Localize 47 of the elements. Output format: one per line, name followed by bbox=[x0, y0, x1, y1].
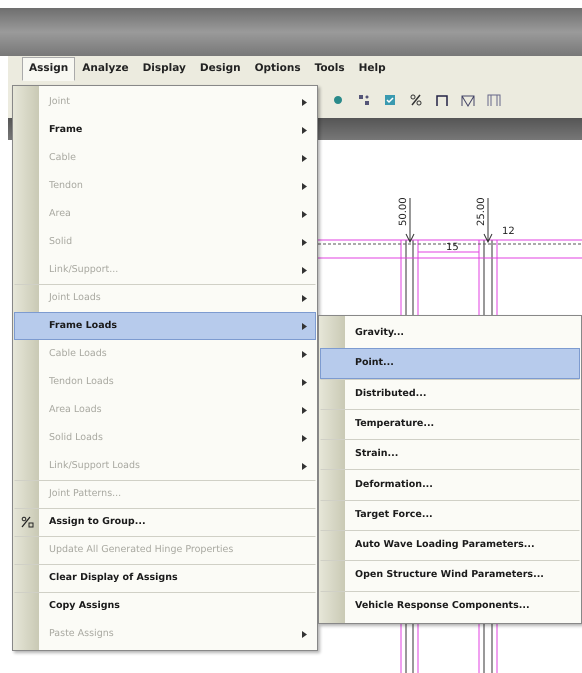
submenu-arrow-icon bbox=[302, 350, 307, 358]
menu-item[interactable]: Temperature... bbox=[320, 408, 580, 440]
menu-item[interactable]: Display bbox=[136, 57, 193, 81]
menu-item[interactable]: Deformation... bbox=[320, 469, 580, 500]
load-value: 50.00 bbox=[398, 197, 409, 226]
menu-item[interactable]: Point... bbox=[320, 348, 580, 379]
checkbox-icon[interactable] bbox=[382, 92, 398, 108]
menu-item[interactable]: Design bbox=[192, 57, 248, 81]
menu-item[interactable]: Strain... bbox=[320, 439, 580, 470]
submenu-arrow-icon bbox=[302, 182, 307, 190]
submenu-arrow-icon bbox=[302, 266, 307, 274]
load-arrow-icon bbox=[484, 198, 492, 244]
menu-item[interactable]: Auto Wave Loading Parameters... bbox=[320, 530, 580, 560]
submenu-arrow-icon bbox=[302, 98, 307, 106]
submenu-arrow-icon bbox=[302, 462, 307, 470]
submenu-arrow-icon bbox=[302, 434, 307, 442]
menu-item[interactable]: Vehicle Response Components... bbox=[320, 590, 580, 621]
submenu-arrow-icon bbox=[302, 238, 307, 246]
menu-item[interactable]: Assign to Group... bbox=[14, 508, 316, 536]
grid-icon[interactable] bbox=[356, 92, 372, 108]
submenu-arrow-icon bbox=[302, 126, 307, 134]
menu-item[interactable]: Options bbox=[248, 57, 308, 81]
load-value: 12 bbox=[502, 226, 515, 237]
load-value: 15 bbox=[446, 242, 459, 253]
percent-icon[interactable] bbox=[408, 92, 424, 108]
menu-item[interactable]: Clear Display of Assigns bbox=[14, 564, 316, 592]
group-icon bbox=[21, 516, 35, 528]
menu-item[interactable]: Help bbox=[352, 57, 393, 81]
submenu-arrow-icon bbox=[302, 210, 307, 218]
menu-item[interactable]: Copy Assigns bbox=[14, 592, 316, 620]
menu-item[interactable]: Tools bbox=[308, 57, 352, 81]
submenu-arrow-icon bbox=[302, 406, 307, 414]
menu-item[interactable]: Distributed... bbox=[320, 378, 580, 409]
menu-item[interactable]: Gravity... bbox=[320, 318, 580, 348]
submenu-arrow-icon bbox=[302, 322, 307, 330]
menu-item[interactable]: Target Force... bbox=[320, 500, 580, 530]
menu-item[interactable]: Frame Loads bbox=[14, 312, 316, 340]
submenu-arrow-icon bbox=[302, 154, 307, 162]
submenu-arrow-icon bbox=[302, 630, 307, 638]
moment-frame-icon[interactable] bbox=[486, 92, 502, 108]
menu-item[interactable]: Frame bbox=[14, 116, 316, 144]
load-value: 25.00 bbox=[476, 197, 487, 226]
menu-item[interactable]: Analyze bbox=[75, 57, 136, 81]
menu-item[interactable]: Open Structure Wind Parameters... bbox=[320, 560, 580, 591]
submenu-arrow-icon bbox=[302, 294, 307, 302]
menu-item[interactable]: Assign bbox=[22, 57, 76, 81]
submenu-arrow-icon bbox=[302, 378, 307, 386]
